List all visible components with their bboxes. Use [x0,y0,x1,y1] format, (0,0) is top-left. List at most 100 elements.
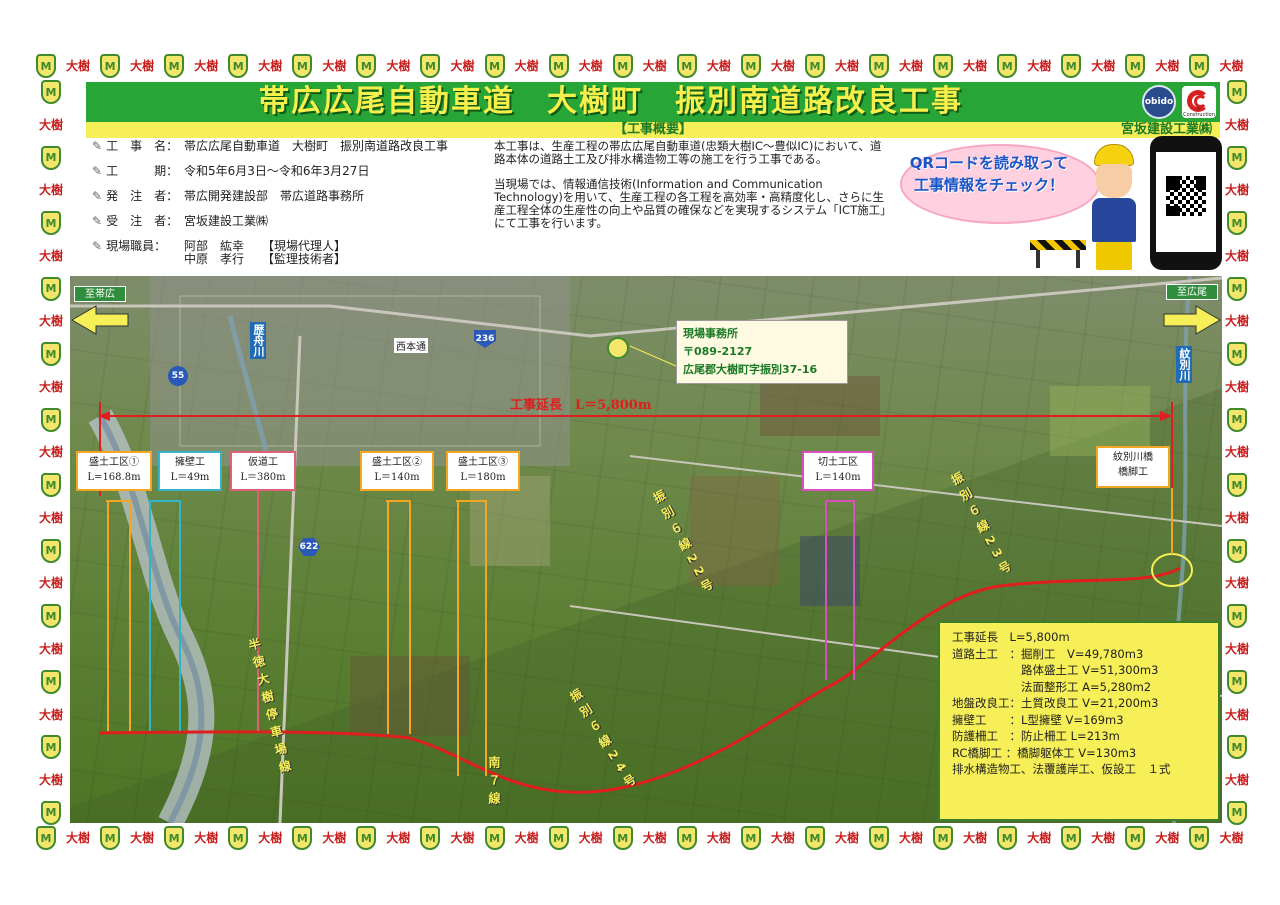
shield-logo-icon: M [869,826,890,850]
shield-logo-icon: M [548,826,569,850]
taiki-logo-icon: 大樹 [38,510,63,525]
taiki-logo-icon: 大樹 [450,831,475,845]
shield-logo-icon: M [420,826,441,850]
taiki-logo-icon: 大樹 [834,59,859,73]
taiki-logo-icon: 大樹 [258,59,283,73]
taiki-logo-icon: 大樹 [38,183,63,198]
shield-logo-icon: M [292,826,313,850]
obido-logo: obido [1142,85,1176,119]
extent-label: 工事延長 L＝5,800m [510,398,652,413]
shield-logo-icon: M [164,54,185,78]
taiki-logo-icon: 大樹 [706,831,731,845]
barrier-icon [1030,238,1086,268]
taiki-logo-icon: 大樹 [1224,642,1249,657]
taiki-logo-icon: 大樹 [38,314,63,329]
shield-logo-icon: M [36,826,56,850]
taiki-logo-icon: 大樹 [1224,510,1249,525]
shield-logo-icon: M [41,604,61,629]
summary-line: 道路土工 ：掘削工 V=49,780m3 [952,646,1144,661]
shield-logo-icon: M [1227,342,1247,367]
project-info: ✎ 工 事 名： 帯広広尾自動車道 大樹町 振別南道路改良工事 ✎ 工 期： 令和5… [92,140,492,272]
road-label-minami7: 南７線 [487,756,501,810]
taiki-logo-icon: 大樹 [1224,117,1249,132]
qr-section: QRコードを読み取って 工事情報をチェック！ [886,134,1222,274]
taiki-logo-icon: 大樹 [642,59,667,73]
shield-logo-icon: M [740,826,761,850]
taiki-logo-icon: 大樹 [1224,379,1249,394]
pen-icon: ✎ [92,214,103,228]
taiki-logo-icon: 大樹 [66,59,91,73]
shield-logo-icon: M [41,669,61,694]
shield-logo-icon: M [228,54,249,78]
taiki-logo-icon: 大樹 [322,831,347,845]
road-label-nishihon: 西本通 [394,338,428,353]
taiki-logo-icon: 大樹 [578,831,603,845]
taiki-logo-icon: 大樹 [1224,314,1249,329]
pen-icon: ✎ [92,164,103,178]
qr-code[interactable] [1164,174,1208,218]
info-row-period: ✎ 工 期： 令和5年6月3日～令和6年3月27日 [92,164,370,178]
summary-line: 排水構造物工、法覆護岸工、仮設工 １式 [952,762,1171,776]
project-description: 本工事は、生産工程の帯広広尾自動車道(忠類大樹IC～豊似IC)において、道路本体… [494,140,886,242]
shield-logo-icon: M [41,407,61,432]
shield-logo-icon: M [164,826,185,850]
taiki-logo-icon: 大樹 [1219,831,1244,845]
shield-logo-icon: M [1061,54,1082,78]
border-bottom: M 大樹 M 大樹 M 大樹 M 大樹 M 大樹 M 大樹 M 大樹 M 大樹 M 大樹 M 大樹 M 大樹 M 大樹 M 大樹 M… [36,823,1244,853]
taiki-logo-icon: 大樹 [386,831,411,845]
taiki-logo-icon: 大樹 [963,831,988,845]
section-retaining-wall: 擁壁工 L＝49m [158,451,222,491]
page-title: 帯広広尾自動車道 大樹町 振別南道路改良工事 [259,84,963,119]
info-row-staff: ✎ 現場職員： 阿部 紘幸 【現場代理人】 中原 孝行 【監理技術者】 [92,239,347,266]
taiki-logo-icon: 大樹 [1091,59,1116,73]
section-fill-2: 盛土工区② L＝140m [360,451,434,491]
direction-obihiro: 至帯広 [74,286,126,302]
shield-logo-icon: M [41,538,61,563]
taiki-logo-icon: 大樹 [899,59,924,73]
shield-logo-icon: M [804,54,825,78]
office-address: 広尾郡大樹町字振別37-16 [683,363,818,376]
qr-prompt-text: QRコードを読み取って 工事情報をチェック！ [909,154,1069,194]
info-row-contractor: ✎ 受 注 者： 宮坂建設工業㈱ [92,214,269,228]
shield-logo-icon: M [1061,826,1082,850]
section-fill-1: 盛土工区① L=168.8m [76,451,152,491]
shield-logo-icon: M [1227,538,1247,563]
taiki-logo-icon: 大樹 [642,831,667,845]
shield-logo-icon: M [41,145,61,170]
taiki-logo-icon: 大樹 [194,59,219,73]
info-row-client: ✎ 発 注 者： 帯広開発建設部 帯広道路事務所 [92,189,365,203]
taiki-logo-icon: 大樹 [38,773,63,788]
shield-logo-icon: M [676,54,697,78]
site-office-box: 現場事務所 〒089-2127 広尾郡大樹町字振別37-16 [676,320,848,384]
shield-logo-icon: M [740,54,761,78]
shield-logo-icon: M [933,826,954,850]
taiki-logo-icon: 大樹 [706,59,731,73]
taiki-logo-icon: 大樹 [386,59,411,73]
shield-logo-icon: M [41,342,61,367]
taiki-logo-icon: 大樹 [38,248,63,263]
border-left: M 大樹 M 大樹 M 大樹 M 大樹 M 大樹 M 大樹 M 大樹 M 大樹 M 大樹 M 大樹 M 大樹 M [36,80,66,825]
taiki-logo-icon: 大樹 [450,59,475,73]
taiki-logo-icon: 大樹 [38,117,63,132]
shield-logo-icon: M [1227,800,1247,825]
shield-logo-icon: M [676,826,697,850]
info-row-name: ✎ 工 事 名： 帯広広尾自動車道 大樹町 振別南道路改良工事 [92,139,449,153]
office-title: 現場事務所 [683,327,738,340]
section-temp-road: 仮道工 L＝380m [230,451,296,491]
taiki-logo-icon: 大樹 [38,707,63,722]
shield-logo-icon: M [997,54,1018,78]
shield-logo-icon: M [933,54,954,78]
shield-logo-icon: M [612,826,633,850]
shield-logo-icon: M [420,54,441,78]
summary-line: 擁壁工 ：L型擁壁 V=169m3 [952,712,1124,727]
shield-logo-icon: M [548,54,569,78]
shield-logo-icon: M [100,826,121,850]
shield-logo-icon: M [1227,604,1247,629]
smartphone-icon [1150,136,1222,270]
taiki-logo-icon: 大樹 [834,831,859,845]
i-construction-logo: i-Construction [1182,86,1216,118]
taiki-logo-icon: 大樹 [578,59,603,73]
shield-logo-icon: M [1125,54,1146,78]
taiki-logo-icon: 大樹 [38,576,63,591]
taiki-logo-icon: 大樹 [258,831,283,845]
